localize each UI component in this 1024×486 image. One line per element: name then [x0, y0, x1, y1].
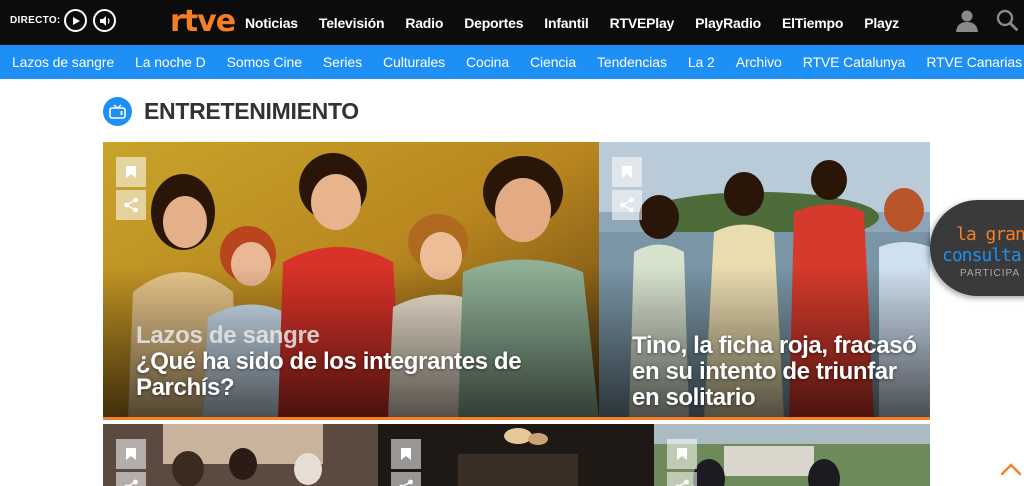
section-divider [103, 417, 930, 420]
share-icon [620, 197, 634, 213]
la-gran-consulta-promo[interactable]: la gran consulta PARTICIPA [930, 200, 1024, 296]
subnav-lazos-de-sangre[interactable]: Lazos de sangre [12, 54, 114, 70]
user-button[interactable] [955, 9, 979, 38]
section-title[interactable]: ENTRETENIMIENTO [144, 98, 359, 125]
article-card-small-1[interactable] [103, 424, 378, 486]
article-kicker[interactable]: Lazos de sangre [136, 322, 320, 350]
top-bar: DIRECTO: rtve Noticias Televisión Radio … [0, 0, 1024, 45]
nav-noticias[interactable]: Noticias [245, 15, 298, 31]
nav-radio[interactable]: Radio [405, 15, 443, 31]
share-button[interactable] [116, 190, 146, 220]
subnav-la-2[interactable]: La 2 [688, 54, 715, 70]
nav-infantil[interactable]: Infantil [544, 15, 588, 31]
article-card-small-3[interactable] [654, 424, 930, 486]
share-button[interactable] [667, 472, 697, 486]
bookmark-icon [126, 448, 136, 460]
live-radio-button[interactable] [93, 9, 116, 32]
speaker-icon [99, 15, 110, 26]
subnav-tendencias[interactable]: Tendencias [597, 54, 667, 70]
bookmark-button[interactable] [116, 439, 146, 469]
share-icon [124, 197, 138, 213]
nav-rtveplay[interactable]: RTVEPlay [610, 15, 675, 31]
bookmark-button[interactable] [667, 439, 697, 469]
subnav-cocina[interactable]: Cocina [466, 54, 509, 70]
section-heading: ENTRETENIMIENTO [103, 96, 359, 126]
bookmark-icon [622, 166, 632, 178]
nav-playz[interactable]: Playz [864, 15, 899, 31]
subnav-archivo[interactable]: Archivo [736, 54, 782, 70]
promo-cta: PARTICIPA [960, 268, 1021, 279]
subnav-la-noche-d[interactable]: La noche D [135, 54, 206, 70]
article-headline[interactable]: Tino, la ficha roja, fracasó en su inten… [632, 333, 922, 411]
subnav-culturales[interactable]: Culturales [383, 54, 445, 70]
subnav-rtve-catalunya[interactable]: RTVE Catalunya [803, 54, 906, 70]
subnav-somos-cine[interactable]: Somos Cine [227, 54, 302, 70]
nav-playradio[interactable]: PlayRadio [695, 15, 761, 31]
main-nav: Noticias Televisión Radio Deportes Infan… [245, 0, 920, 45]
share-icon [675, 479, 689, 486]
bookmark-icon [677, 448, 687, 460]
subnav-rtve-canarias[interactable]: RTVE Canarias [926, 54, 1022, 70]
article-headline[interactable]: ¿Qué ha sido de los integrantes de Parch… [136, 349, 576, 401]
bookmark-icon [126, 166, 136, 178]
nav-eltiempo[interactable]: ElTiempo [782, 15, 843, 31]
live-tv-button[interactable] [64, 9, 87, 32]
promo-line1: la gran [956, 224, 1024, 245]
article-card-small-2[interactable] [378, 424, 654, 486]
rtve-logo[interactable]: rtve [170, 4, 236, 39]
play-icon [72, 16, 80, 25]
user-icon [956, 10, 978, 32]
share-icon [124, 479, 138, 486]
share-button[interactable] [391, 472, 421, 486]
share-button[interactable] [612, 190, 642, 220]
search-button[interactable] [996, 9, 1018, 36]
tv-icon [103, 96, 132, 126]
article-card-tino[interactable]: Tino, la ficha roja, fracasó en su inten… [599, 142, 930, 418]
subnav-ciencia[interactable]: Ciencia [530, 54, 576, 70]
nav-deportes[interactable]: Deportes [464, 15, 523, 31]
bookmark-button[interactable] [612, 157, 642, 187]
chevron-up-icon [1000, 463, 1022, 476]
share-icon [399, 479, 413, 486]
sub-nav: Lazos de sangre La noche D Somos Cine Se… [0, 45, 1024, 79]
bookmark-button[interactable] [391, 439, 421, 469]
live-label: DIRECTO: [10, 15, 61, 26]
scroll-top-button[interactable] [1000, 462, 1022, 481]
nav-television[interactable]: Televisión [319, 15, 385, 31]
article-card-parchis[interactable]: Lazos de sangre ¿Qué ha sido de los inte… [103, 142, 599, 418]
bookmark-icon [401, 448, 411, 460]
share-button[interactable] [116, 472, 146, 486]
promo-line2: consulta [942, 245, 1022, 266]
subnav-series[interactable]: Series [323, 54, 362, 70]
search-icon [996, 9, 1018, 31]
bookmark-button[interactable] [116, 157, 146, 187]
